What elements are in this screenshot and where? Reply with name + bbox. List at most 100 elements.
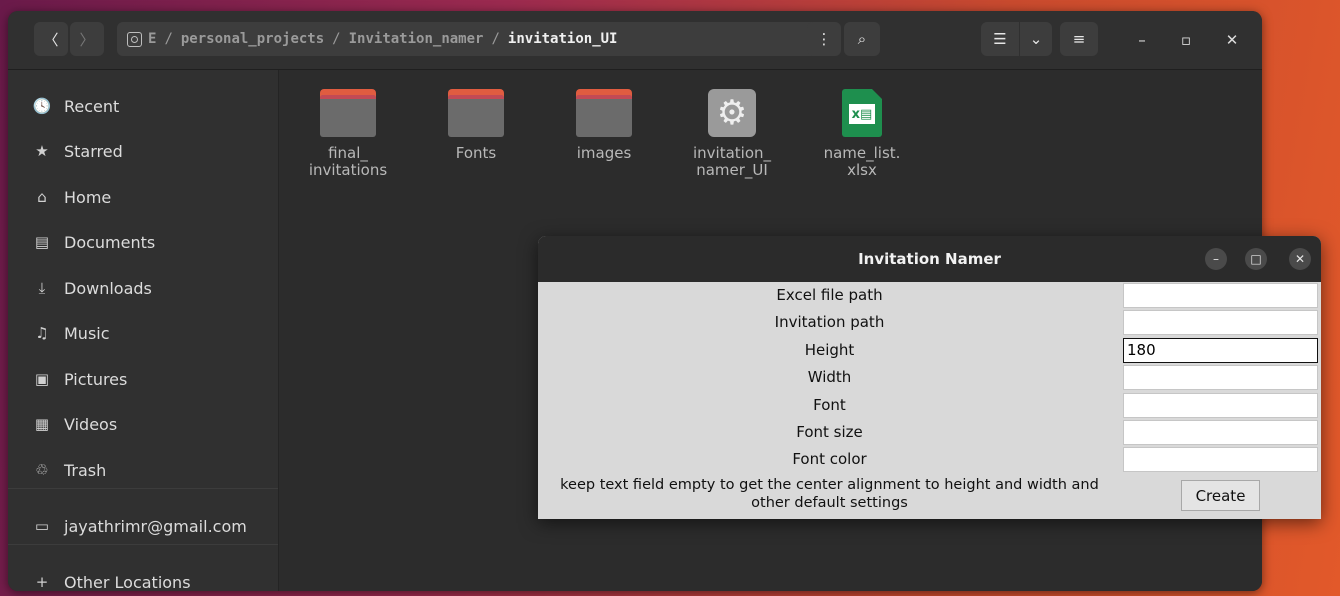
home-icon: ⌂ (37, 188, 47, 206)
main-menu-button[interactable]: ≡ (1060, 22, 1098, 56)
drive-icon: ▭ (34, 517, 50, 535)
file-name: images (576, 144, 632, 162)
forward-button[interactable]: 〉 (70, 22, 104, 56)
sidebar-item-label: Starred (64, 141, 123, 161)
field-label: Font size (796, 423, 863, 441)
minimize-icon: – (1213, 252, 1219, 266)
sidebar-item-starred[interactable]: ★ Starred (8, 131, 278, 171)
sidebar-item-trash[interactable]: ♲ Trash (8, 450, 278, 490)
file-item[interactable]: ⚙ invitation_ namer_UI (677, 89, 787, 179)
sidebar-item-pictures[interactable]: ▣ Pictures (8, 359, 278, 399)
star-icon: ★ (35, 142, 49, 160)
sidebar-item-recent[interactable]: 🕓 Recent (8, 86, 278, 126)
file-name: name_list. (823, 144, 901, 162)
sidebar-item-label: Home (64, 187, 112, 207)
create-button[interactable]: Create (1181, 480, 1260, 511)
file-name: invitations (308, 161, 388, 179)
close-icon: ✕ (1294, 252, 1306, 266)
width-input[interactable] (1123, 365, 1318, 391)
close-button[interactable]: ✕ (1221, 29, 1243, 51)
sidebar-item-documents[interactable]: ▤ Documents (8, 222, 278, 262)
sidebar-item-music[interactable]: ♫ Music (8, 313, 278, 353)
search-button[interactable]: ⌕ (844, 22, 880, 56)
font-size-input[interactable] (1123, 420, 1318, 445)
form-row: Height (538, 337, 1321, 364)
sidebar: 🕓 Recent ★ Starred ⌂ Home ▤ Documents ⤓ Downloads… (8, 70, 279, 591)
header-bar: 〈 〉 E / personal_projects / Invitation_n… (8, 11, 1262, 70)
field-label: Invitation path (774, 313, 885, 332)
excel-file-path-input[interactable] (1123, 283, 1318, 308)
trash-icon: ♲ (35, 461, 49, 479)
font-color-input[interactable] (1123, 447, 1318, 473)
field-label: Excel file path (776, 286, 883, 304)
sidebar-item-label: Videos (64, 414, 118, 434)
form-row: Excel file path (538, 282, 1321, 309)
file-name: xlsx (847, 161, 877, 179)
sidebar-item-label: Downloads (64, 278, 152, 298)
file-name: namer_UI (696, 161, 768, 179)
field-label: Font color (792, 450, 867, 469)
list-view-icon: ☰ (993, 30, 1007, 48)
folder-icon (448, 89, 504, 137)
sidebar-item-videos[interactable]: ▦ Videos (8, 404, 278, 444)
sidebar-item-label: Recent (64, 96, 120, 116)
form-row: Width (538, 364, 1321, 391)
path-menu-button[interactable]: ⋮ (807, 22, 841, 56)
path-bar[interactable]: E / personal_projects / Invitation_namer… (117, 22, 830, 56)
maximize-icon: □ (1250, 252, 1262, 266)
form-row: Font (538, 392, 1321, 419)
picture-icon: ▣ (34, 370, 50, 388)
sidebar-item-other-locations[interactable]: + Other Locations (8, 562, 278, 592)
search-icon: ⌕ (857, 30, 867, 48)
path-current[interactable]: invitation_UI (508, 31, 618, 47)
sidebar-item-downloads[interactable]: ⤓ Downloads (8, 268, 278, 308)
document-icon: ▤ (34, 233, 50, 251)
vertical-dots-icon: ⋮ (816, 30, 832, 48)
file-name: final_ (328, 144, 368, 162)
path-segment[interactable]: Invitation_namer (349, 31, 484, 47)
dialog-maximize-button[interactable]: □ (1245, 248, 1267, 270)
close-icon: ✕ (1225, 31, 1239, 49)
height-input[interactable] (1123, 337, 1318, 363)
sidebar-item-jayathrimr-gmail-com[interactable]: ▭ jayathrimr@gmail.com (8, 506, 278, 546)
form-row: Font color (538, 446, 1321, 473)
maximize-button[interactable]: ▫ (1175, 29, 1197, 51)
hamburger-icon: ≡ (1072, 30, 1086, 48)
font-input[interactable] (1123, 392, 1318, 418)
field-label: Width (807, 368, 852, 387)
minimize-button[interactable]: – (1131, 29, 1153, 51)
sidebar-separator (8, 488, 278, 489)
file-item[interactable]: final_ invitations (293, 89, 403, 179)
field-label: Height (804, 340, 855, 359)
path-segment[interactable]: personal_projects (181, 31, 324, 47)
dialog-close-button[interactable]: ✕ (1289, 248, 1311, 270)
view-list-button[interactable]: ☰ (981, 22, 1019, 56)
folder-icon (576, 89, 632, 137)
file-item[interactable]: Fonts (421, 89, 531, 162)
drive-icon (127, 31, 142, 47)
folder-icon (320, 89, 376, 137)
sidebar-item-home[interactable]: ⌂ Home (8, 177, 278, 217)
file-item[interactable]: x▤ name_list. xlsx (807, 89, 917, 179)
sidebar-item-label: Trash (64, 460, 107, 480)
sidebar-item-label: Other Locations (64, 572, 191, 592)
form-row: Invitation path (538, 309, 1321, 336)
help-note: keep text field empty to get the center … (560, 477, 1099, 511)
invitation-path-input[interactable] (1123, 310, 1318, 336)
dialog-title: Invitation Namer (858, 250, 1001, 268)
sidebar-item-label: jayathrimr@gmail.com (64, 516, 247, 536)
file-name: invitation_ (692, 144, 772, 162)
dialog-minimize-button[interactable]: – (1205, 248, 1227, 270)
back-button[interactable]: 〈 (34, 22, 68, 56)
chevron-right-icon: 〉 (79, 30, 95, 49)
sidebar-item-label: Documents (64, 232, 156, 252)
view-options-button[interactable]: ⌄ (1020, 22, 1052, 56)
chevron-left-icon: 〈 (43, 30, 59, 49)
video-icon: ▦ (34, 415, 50, 433)
dialog-title-bar[interactable]: Invitation Namer (538, 236, 1321, 282)
path-drive[interactable]: E (148, 31, 156, 47)
chevron-down-icon: ⌄ (1029, 30, 1043, 48)
file-item[interactable]: images (549, 89, 659, 162)
field-label: Font (813, 395, 846, 414)
clock-icon: 🕓 (32, 97, 52, 115)
